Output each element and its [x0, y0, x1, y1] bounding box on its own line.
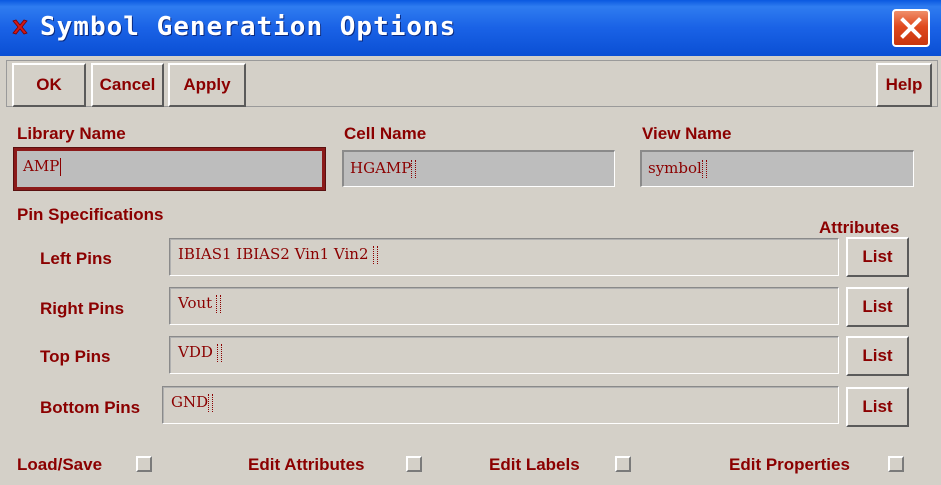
text-cursor	[216, 344, 222, 362]
pin-specifications-label: Pin Specifications	[17, 205, 164, 224]
bottom-pins-value: GND	[171, 393, 209, 411]
apply-button[interactable]: Apply	[168, 63, 246, 107]
text-cursor	[60, 158, 62, 176]
edit-properties-checkbox[interactable]	[888, 456, 904, 472]
help-button[interactable]: Help	[876, 63, 932, 107]
bottom-pins-label: Bottom Pins	[40, 398, 141, 417]
ok-button[interactable]: OK	[12, 63, 86, 107]
bottom-pins-list-button[interactable]: List	[846, 387, 909, 427]
edit-attributes-label: Edit Attributes	[248, 455, 365, 474]
view-name-field[interactable]: symbol	[640, 150, 914, 187]
left-pins-field[interactable]: IBIAS1 IBIAS2 Vin1 Vin2	[169, 238, 839, 276]
top-pins-label: Top Pins	[40, 347, 111, 366]
top-pins-field[interactable]: VDD	[169, 336, 839, 374]
left-pins-label: Left Pins	[40, 249, 112, 268]
top-pins-list-button[interactable]: List	[846, 336, 909, 376]
text-cursor	[208, 394, 214, 412]
library-name-field[interactable]: AMP	[13, 147, 326, 191]
close-icon	[900, 17, 922, 39]
left-pins-value: IBIAS1 IBIAS2 Vin1 Vin2	[178, 245, 369, 263]
right-pins-field[interactable]: Vout	[169, 287, 839, 325]
title-bar[interactable]: Symbol Generation Options	[0, 0, 941, 56]
cell-name-value: HGAMP	[350, 159, 412, 177]
edit-labels-checkbox[interactable]	[615, 456, 631, 472]
right-pins-value: Vout	[178, 294, 213, 312]
view-name-value: symbol	[648, 159, 702, 177]
bottom-pins-field[interactable]: GND	[162, 386, 839, 424]
right-pins-list-button[interactable]: List	[846, 287, 909, 327]
view-name-label: View Name	[642, 124, 732, 143]
close-button[interactable]	[892, 9, 930, 47]
edit-attributes-checkbox[interactable]	[406, 456, 422, 472]
text-cursor	[701, 160, 707, 178]
library-name-value: AMP	[23, 157, 60, 175]
text-cursor	[372, 246, 378, 264]
library-name-label: Library Name	[17, 124, 126, 143]
top-pins-value: VDD	[178, 343, 213, 361]
load-save-label: Load/Save	[17, 455, 103, 474]
right-pins-label: Right Pins	[40, 299, 125, 318]
text-cursor	[216, 295, 222, 313]
attributes-label: Attributes	[819, 218, 900, 237]
red-x-icon	[12, 19, 28, 35]
cancel-button[interactable]: Cancel	[91, 63, 164, 107]
left-pins-list-button[interactable]: List	[846, 237, 909, 277]
load-save-checkbox[interactable]	[136, 456, 152, 472]
edit-labels-label: Edit Labels	[489, 455, 580, 474]
cell-name-field[interactable]: HGAMP	[342, 150, 615, 187]
window-title: Symbol Generation Options	[40, 12, 457, 42]
edit-properties-label: Edit Properties	[729, 455, 850, 474]
text-cursor	[411, 160, 417, 178]
cell-name-label: Cell Name	[344, 124, 427, 143]
